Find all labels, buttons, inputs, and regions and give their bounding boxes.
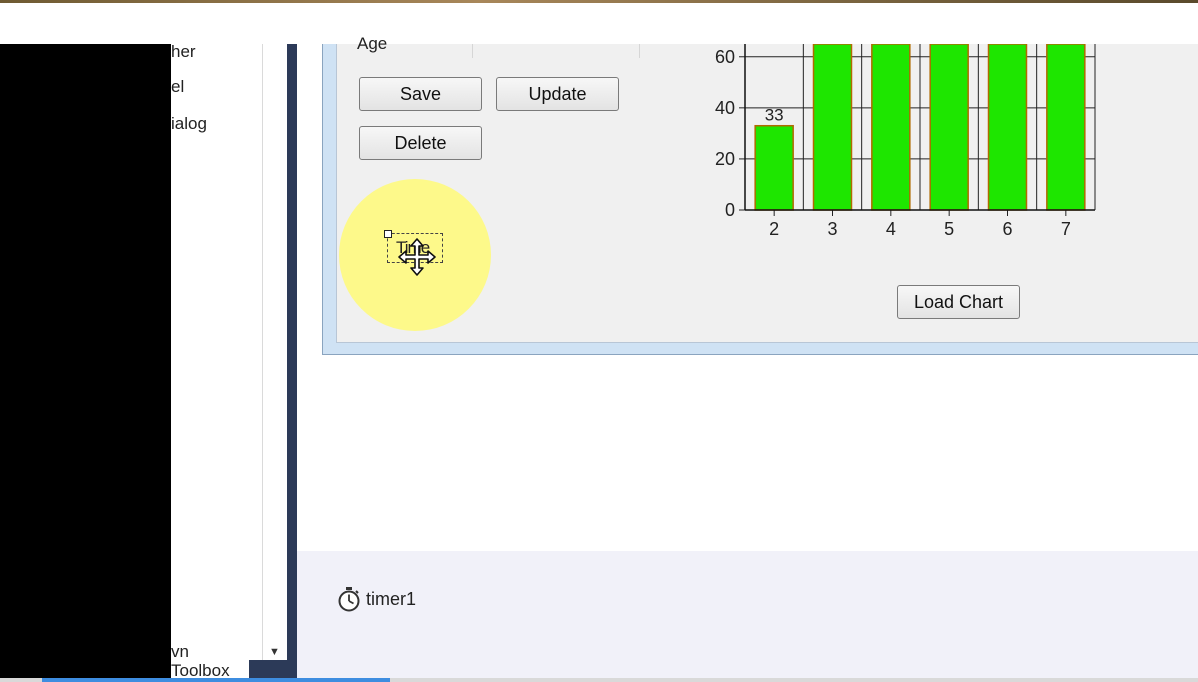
toolbox-item-dialog[interactable]: ialog: [171, 114, 207, 134]
y-tick-label: 0: [725, 200, 735, 220]
bar-2: [754, 124, 794, 211]
status-progress: [42, 678, 390, 682]
tray-timer-label: timer1: [366, 588, 417, 609]
bar-5: [929, 44, 969, 211]
bar-chart: 02040602333 4 5 6 7: [715, 44, 1096, 239]
tray-timer-item[interactable]: timer1: [337, 586, 416, 612]
age-label: Age: [357, 34, 388, 53]
move-cursor-icon: [398, 238, 436, 276]
bar-6: [987, 44, 1028, 211]
age-input-edge[interactable]: [472, 44, 473, 58]
toolbox-panel: her el ialog vn: [171, 42, 262, 678]
y-tick-label: 60: [715, 47, 735, 67]
tab-strip: [249, 660, 287, 678]
data-label: 33: [765, 106, 784, 125]
toolbox-scrollbar[interactable]: ▼: [262, 44, 288, 660]
x-tick-label: 3: [827, 219, 837, 239]
bar-4: [871, 44, 911, 211]
delete-button[interactable]: Delete: [359, 126, 482, 160]
scroll-down-icon[interactable]: ▼: [269, 646, 280, 658]
x-tick-label: 7: [1061, 219, 1071, 239]
toolbox-item-panel[interactable]: el: [171, 77, 184, 97]
toolbox-item-launcher[interactable]: her: [171, 42, 196, 62]
resize-grip-icon[interactable]: [384, 230, 392, 238]
left-black-region: [0, 44, 171, 678]
panel-separator: [287, 44, 297, 678]
bar-3: [812, 44, 853, 211]
x-tick-label: 5: [944, 219, 954, 239]
title-bar: [0, 3, 1198, 45]
component-tray: [297, 551, 1198, 678]
update-button[interactable]: Update: [496, 77, 619, 111]
y-tick-label: 20: [715, 149, 735, 169]
age-input-edge-right: [639, 44, 640, 58]
load-chart-button[interactable]: Load Chart: [897, 285, 1020, 319]
x-tick-label: 6: [1002, 219, 1012, 239]
chart-grid: [744, 44, 1096, 211]
x-tick-label: 4: [886, 219, 896, 239]
y-tick-label: 40: [715, 98, 735, 118]
save-button[interactable]: Save: [359, 77, 482, 111]
stopwatch-icon: [338, 587, 360, 612]
x-tick-label: 2: [769, 219, 779, 239]
toolbox-item-down[interactable]: vn: [171, 642, 189, 662]
bar-7: [1046, 44, 1086, 211]
toolbox-tab[interactable]: Toolbox: [171, 660, 249, 678]
